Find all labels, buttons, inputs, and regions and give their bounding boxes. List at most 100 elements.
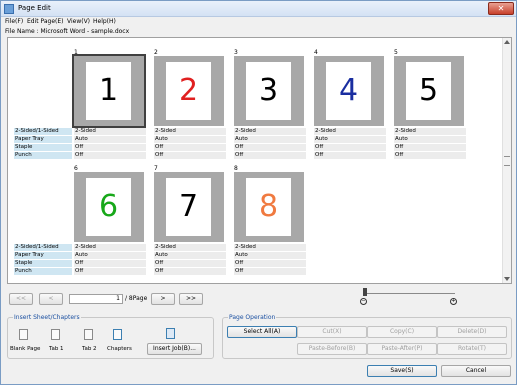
attribute-value: Off [154,260,226,267]
page-canvas[interactable]: 1 1 2-Sided/1-Sided 2-Sided Paper Tray Auto St… [7,37,512,284]
attribute-value: 2-Sided [394,128,466,135]
page-big-number: 3 [258,73,279,108]
attribute-value: Off [154,144,226,151]
page-edit-window: Page Edit ✕ File(F) Edit Page(E) View(V)… [0,0,517,385]
menu-file[interactable]: File(F) [5,18,23,25]
page-thumbnail[interactable]: 8 [234,172,304,242]
window-title: Page Edit [18,4,51,12]
cut-button[interactable]: Cut(X) [297,326,367,338]
zoom-out-icon[interactable]: − [360,298,367,305]
page-big-number: 8 [258,189,279,224]
rotate-button[interactable]: Rotate(T) [437,343,507,355]
scroll-thumb[interactable] [504,156,510,166]
current-page-input[interactable]: 1 [69,294,123,304]
page-thumbnail[interactable]: 5 [394,56,464,126]
attribute-value: 2-Sided [234,128,306,135]
next-page-button[interactable]: > [151,293,175,305]
paste-before-button[interactable]: Paste-Before(B) [297,343,367,355]
select-all-button[interactable]: Select All(A) [227,326,297,338]
paper-sheet: 5 [406,62,451,120]
blank-page-label[interactable]: Blank Page [10,346,40,352]
menu-bar: File(F) Edit Page(E) View(V) Help(H) [1,17,516,27]
attribute-value: 2-Sided [314,128,386,135]
page-number: 5 [394,49,398,56]
attribute-value: Auto [74,136,146,143]
attribute-value: Auto [154,136,226,143]
page-big-number: 1 [98,73,119,108]
page-number: 1 [74,49,78,56]
page-thumbnail[interactable]: 3 [234,56,304,126]
insert-job-icon[interactable] [166,328,175,339]
file-name-label: File Name : Microsoft Word - sample.docx [5,28,130,35]
first-page-button[interactable]: << [9,293,33,305]
attribute-label: Punch [14,152,72,159]
page-total-label: / 8Page [125,295,148,302]
menu-help[interactable]: Help(H) [93,18,116,25]
page-big-number: 6 [98,189,119,224]
save-button[interactable]: Save(S) [367,365,437,377]
attribute-value: Off [74,144,146,151]
tab-1-label[interactable]: Tab 1 [49,346,64,352]
page-number: 3 [234,49,238,56]
cancel-button[interactable]: Cancel [441,365,511,377]
scroll-down-icon[interactable] [504,277,510,281]
paper-sheet: 8 [246,178,291,236]
page-thumbnail[interactable]: 1 [72,54,146,128]
prev-page-button[interactable]: < [39,293,63,305]
attribute-value: Off [234,152,306,159]
attribute-value: 2-Sided [74,244,146,251]
attribute-label: 2-Sided/1-Sided [14,128,72,135]
paper-sheet: 7 [166,178,211,236]
attribute-label: Staple [14,260,72,267]
attribute-value: Off [234,144,306,151]
attribute-value: Off [234,260,306,267]
chapters-label[interactable]: Chapters [107,346,132,352]
attribute-value: Off [74,260,146,267]
attribute-value: Off [314,144,386,151]
attribute-label: Paper Tray [14,252,72,259]
attribute-value: 2-Sided [154,244,226,251]
page-thumbnail[interactable]: 7 [154,172,224,242]
zoom-slider-thumb[interactable] [363,288,367,296]
tab-1-icon[interactable] [51,329,60,340]
page-thumbnail[interactable]: 6 [74,172,144,242]
delete-button[interactable]: Delete(D) [437,326,507,338]
paper-sheet: 6 [86,178,131,236]
menu-edit-page[interactable]: Edit Page(E) [27,18,64,25]
attribute-value: Off [154,152,226,159]
chapters-icon[interactable] [113,329,122,340]
page-number: 6 [74,165,78,172]
page-number: 4 [314,49,318,56]
blank-page-icon[interactable] [19,329,28,340]
paper-sheet: 2 [166,62,211,120]
tab-2-icon[interactable] [84,329,93,340]
page-number: 7 [154,165,158,172]
page-big-number: 7 [178,189,199,224]
tab-2-label[interactable]: Tab 2 [82,346,97,352]
paper-sheet: 3 [246,62,291,120]
menu-view[interactable]: View(V) [67,18,90,25]
attribute-label: 2-Sided/1-Sided [14,244,72,251]
insert-job-button[interactable]: Insert Job(B)... [147,343,202,355]
attribute-label: Staple [14,144,72,151]
attribute-value: Off [394,144,466,151]
title-bar: Page Edit ✕ [1,1,516,17]
page-number: 2 [154,49,158,56]
page-big-number: 4 [338,73,359,108]
vertical-scrollbar[interactable] [502,38,511,283]
last-page-button[interactable]: >> [179,293,203,305]
page-thumbnail[interactable]: 4 [314,56,384,126]
paste-after-button[interactable]: Paste-After(P) [367,343,437,355]
attribute-label: Punch [14,268,72,275]
scroll-up-icon[interactable] [504,40,510,44]
attribute-value: 2-Sided [74,128,146,135]
page-thumbnail[interactable]: 2 [154,56,224,126]
copy-button[interactable]: Copy(C) [367,326,437,338]
page-big-number: 2 [178,73,199,108]
attribute-value: Auto [74,252,146,259]
zoom-slider[interactable] [365,293,455,294]
attribute-value: Auto [154,252,226,259]
close-button[interactable]: ✕ [488,2,514,15]
page-big-number: 5 [418,73,439,108]
zoom-in-icon[interactable]: + [450,298,457,305]
